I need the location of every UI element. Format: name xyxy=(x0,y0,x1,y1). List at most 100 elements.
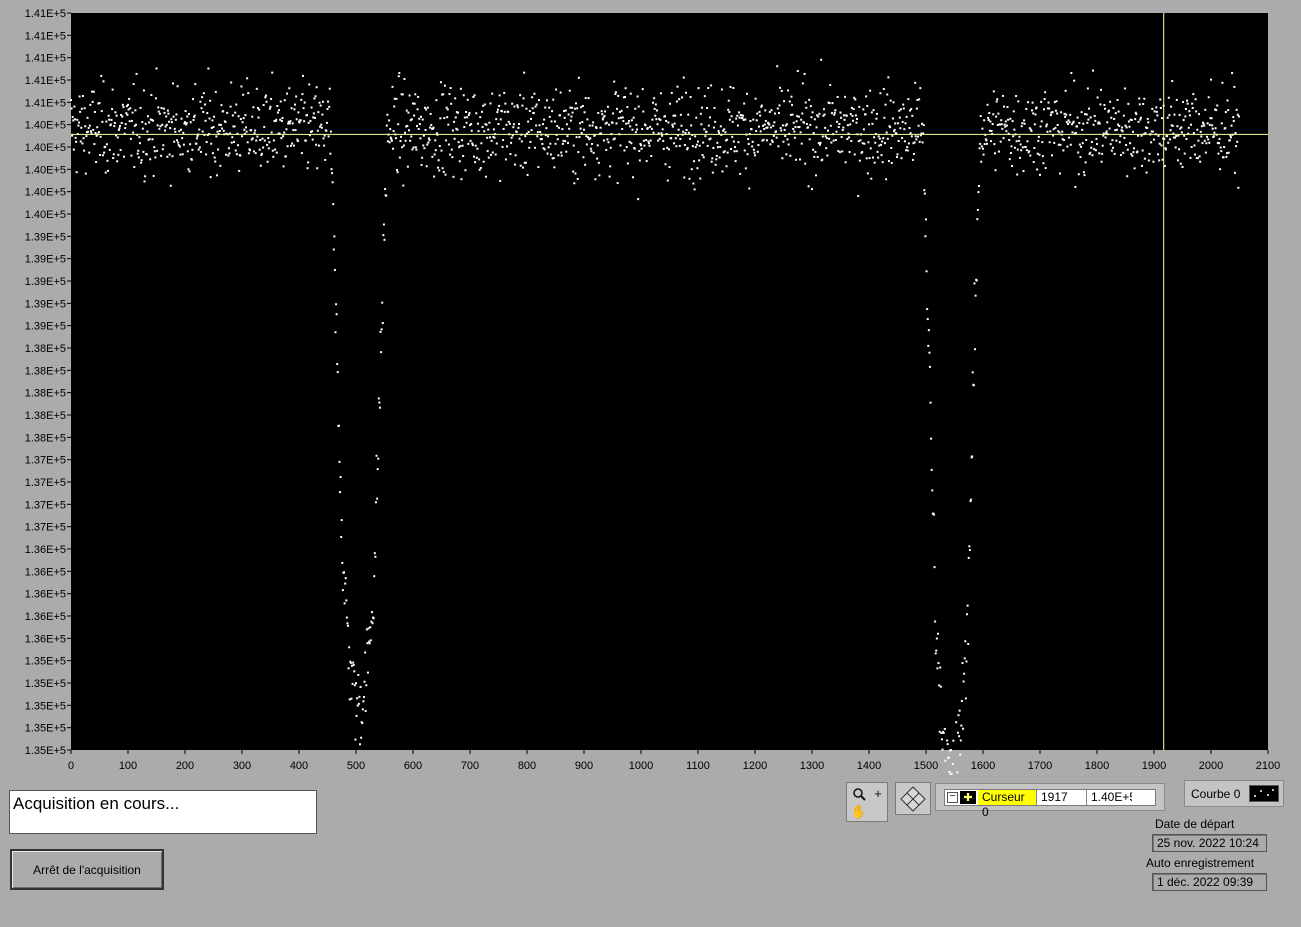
data-point xyxy=(1104,136,1107,139)
data-point xyxy=(628,119,631,122)
data-point xyxy=(564,109,567,112)
data-point xyxy=(1142,102,1145,105)
data-point xyxy=(946,743,949,746)
data-point xyxy=(560,154,563,157)
data-point xyxy=(845,114,848,117)
auto-save-field[interactable]: 1 déc. 2022 09:39 xyxy=(1152,873,1267,891)
data-point xyxy=(306,167,309,170)
data-point xyxy=(601,113,604,116)
data-point xyxy=(559,114,562,117)
cursor-name[interactable]: Curseur 0 xyxy=(978,790,1036,819)
data-point xyxy=(258,108,261,111)
data-point xyxy=(1109,100,1112,103)
graph-palette: + ✋ xyxy=(846,782,888,822)
data-point xyxy=(647,142,650,145)
data-point xyxy=(99,153,102,156)
plot-area[interactable] xyxy=(71,13,1268,750)
x-tick-label: 1400 xyxy=(857,760,881,772)
data-point xyxy=(583,128,585,131)
data-point xyxy=(842,126,845,129)
data-point xyxy=(701,153,704,156)
waveform-graph[interactable]: 1.41E+51.41E+51.41E+51.41E+51.41E+51.40E… xyxy=(0,0,1281,775)
data-point xyxy=(1217,142,1220,145)
data-point xyxy=(670,91,673,94)
data-point xyxy=(401,93,404,96)
data-point xyxy=(592,151,595,154)
data-point xyxy=(1034,113,1037,116)
data-point xyxy=(836,96,839,99)
start-date-field[interactable]: 25 nov. 2022 10:24 xyxy=(1152,834,1267,852)
cursor-style-icon[interactable]: ✚ xyxy=(960,791,976,804)
data-point xyxy=(730,115,733,118)
data-point xyxy=(682,76,685,79)
data-point xyxy=(398,156,401,159)
data-point xyxy=(718,156,721,159)
data-point xyxy=(280,137,283,140)
data-point xyxy=(1181,165,1184,168)
data-point xyxy=(412,102,414,105)
data-point xyxy=(846,137,849,140)
data-point xyxy=(214,90,217,93)
data-point xyxy=(464,169,467,172)
data-point xyxy=(149,158,152,161)
data-point xyxy=(1110,116,1113,119)
cursor-move-icon[interactable]: + xyxy=(869,785,887,802)
data-point xyxy=(975,279,978,282)
data-point xyxy=(779,127,782,130)
plot-legend[interactable]: Courbe 0 xyxy=(1184,780,1284,807)
data-point xyxy=(1184,115,1187,118)
data-point xyxy=(433,153,436,156)
data-point xyxy=(108,118,111,121)
data-point xyxy=(673,122,676,125)
data-point xyxy=(669,102,672,105)
y-tick-label: 1.39E+5 xyxy=(25,254,66,266)
data-point xyxy=(262,103,265,106)
data-point xyxy=(173,140,176,143)
data-point xyxy=(907,142,910,145)
cursor-y-value[interactable]: 1.40E+5 xyxy=(1086,790,1132,805)
data-point xyxy=(294,129,297,132)
data-point xyxy=(506,145,509,148)
zoom-icon[interactable] xyxy=(850,785,868,802)
data-point xyxy=(1054,109,1057,112)
data-point xyxy=(396,171,399,174)
data-point xyxy=(338,460,341,463)
cursor-x-value[interactable]: 1917 xyxy=(1036,790,1086,805)
data-point xyxy=(883,116,886,119)
cursor-navigation-button[interactable] xyxy=(895,782,931,815)
data-point xyxy=(1141,164,1144,167)
data-point xyxy=(396,169,399,172)
data-point xyxy=(171,155,174,158)
stop-acquisition-button[interactable]: Arrêt de l'acquisition xyxy=(10,849,164,890)
data-point xyxy=(252,150,255,153)
data-point xyxy=(146,130,149,133)
data-point xyxy=(608,175,611,178)
data-point xyxy=(432,126,435,129)
data-point xyxy=(1039,173,1041,176)
data-point xyxy=(302,107,305,110)
data-point xyxy=(813,155,816,158)
data-point xyxy=(397,75,400,78)
expand-icon[interactable]: − xyxy=(947,792,958,803)
data-point xyxy=(1201,142,1204,145)
data-point xyxy=(561,128,564,131)
data-point xyxy=(369,639,372,642)
data-point xyxy=(700,106,703,109)
plot-style-swatch[interactable] xyxy=(1249,785,1279,802)
data-point xyxy=(1147,159,1150,162)
data-point xyxy=(159,125,162,128)
data-point xyxy=(180,117,183,120)
data-point xyxy=(808,138,811,141)
data-point xyxy=(906,149,909,152)
data-point xyxy=(499,118,502,121)
data-point xyxy=(237,115,240,118)
data-point xyxy=(488,121,491,124)
data-point xyxy=(805,106,808,109)
data-point xyxy=(630,119,633,122)
pan-hand-icon[interactable]: ✋ xyxy=(850,803,868,820)
data-point xyxy=(712,147,715,150)
data-point xyxy=(1037,139,1040,142)
data-point xyxy=(1046,130,1049,133)
data-point xyxy=(1006,106,1009,109)
data-point xyxy=(116,160,119,163)
